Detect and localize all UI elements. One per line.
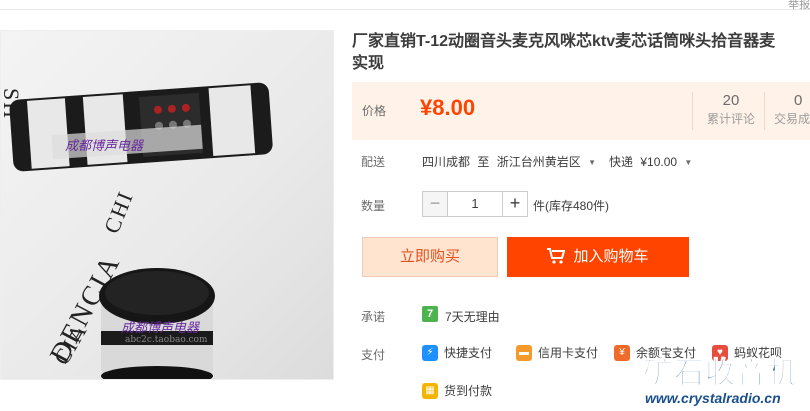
quantity-decrease-button[interactable]: − bbox=[422, 191, 448, 217]
divider bbox=[692, 92, 693, 130]
payment-method: ▬ 信用卡支付 bbox=[516, 344, 598, 361]
sales-label: 交易成 bbox=[774, 112, 810, 126]
capsule-stack bbox=[9, 82, 273, 172]
quantity-stepper: − 1 + bbox=[422, 191, 528, 217]
price-label: 价格 bbox=[362, 104, 387, 118]
payment-method-label: 快捷支付 bbox=[444, 346, 493, 360]
stock-info: 件(库存480件) bbox=[533, 199, 610, 213]
quantity-increase-button[interactable]: + bbox=[502, 191, 528, 217]
payment-method-label: 信用卡支付 bbox=[538, 346, 599, 360]
ship-from-city: 四川成都 bbox=[422, 155, 471, 169]
cart-icon bbox=[547, 240, 566, 280]
payment-method: ⚡ 快捷支付 bbox=[422, 344, 492, 361]
product-title-cont: 实现 bbox=[352, 55, 385, 72]
product-page: 举报 SH CHI DENCIA CIA bbox=[0, 0, 810, 411]
seven-day-return-icon: 7 bbox=[422, 306, 438, 322]
promise-label: 承诺 bbox=[361, 310, 386, 324]
add-to-cart-label: 加入购物车 bbox=[573, 248, 649, 265]
quick-pay-icon: ⚡ bbox=[422, 344, 438, 361]
ship-to-word: 至 bbox=[477, 155, 490, 169]
site-watermark-logo: 矿石收音机 bbox=[643, 357, 798, 391]
price-value: ¥8.00 bbox=[420, 95, 476, 120]
chevron-down-icon: ▼ bbox=[684, 158, 693, 167]
reviews-count: 20 bbox=[722, 92, 740, 109]
promise-text[interactable]: 7天无理由 bbox=[445, 308, 500, 325]
payment-method-label: 货到付款 bbox=[444, 384, 493, 398]
cash-on-delivery-icon: ▦ bbox=[422, 382, 438, 399]
image-watermark: 成都博声电器 bbox=[65, 139, 144, 154]
add-to-cart-button[interactable]: 加入购物车 bbox=[507, 237, 689, 277]
quantity-input[interactable]: 1 bbox=[448, 191, 502, 217]
credit-card-icon: ▬ bbox=[516, 344, 532, 361]
product-image[interactable]: SH CHI DENCIA CIA bbox=[0, 30, 334, 380]
reviews-label: 累计评论 bbox=[707, 112, 756, 126]
ship-to-region: 浙江台州黄岩区 bbox=[496, 155, 581, 169]
shipping-label: 配送 bbox=[361, 155, 386, 169]
ship-fee: ¥10.00 bbox=[640, 155, 678, 169]
chevron-down-icon: ▼ bbox=[588, 158, 596, 167]
site-watermark-url: www.crystalradio.cn bbox=[645, 390, 781, 406]
top-strip: 举报 bbox=[0, 0, 810, 12]
image-watermark: 成都博声电器 bbox=[121, 321, 200, 336]
price-panel: 价格 ¥8.00 20 累计评论 0 交易成 bbox=[352, 82, 810, 140]
payment-method: ▦ 货到付款 bbox=[422, 382, 492, 399]
buy-now-button[interactable]: 立即购买 bbox=[362, 237, 498, 277]
sales-stat[interactable]: 0 交易成 bbox=[770, 92, 810, 128]
payment-label: 支付 bbox=[361, 348, 386, 362]
product-title: 厂家直销T-12动圈音头麦克风咪芯ktv麦芯话筒咪头拾音器麦 bbox=[352, 33, 776, 50]
report-link[interactable]: 举报 bbox=[788, 0, 810, 12]
sales-count: 0 bbox=[794, 92, 803, 109]
quantity-label: 数量 bbox=[361, 199, 386, 213]
shipping-fee-select[interactable]: 快递 ¥10.00 ▼ bbox=[609, 153, 692, 170]
balance-icon: ¥ bbox=[614, 344, 630, 361]
ship-method: 快递 bbox=[609, 155, 634, 169]
divider bbox=[764, 92, 765, 130]
shipping-route[interactable]: 四川成都 至 浙江台州黄岩区 ▼ bbox=[422, 153, 596, 170]
image-url-watermark: abc2c.taobao.com bbox=[125, 335, 208, 345]
reviews-stat[interactable]: 20 累计评论 bbox=[707, 92, 755, 128]
